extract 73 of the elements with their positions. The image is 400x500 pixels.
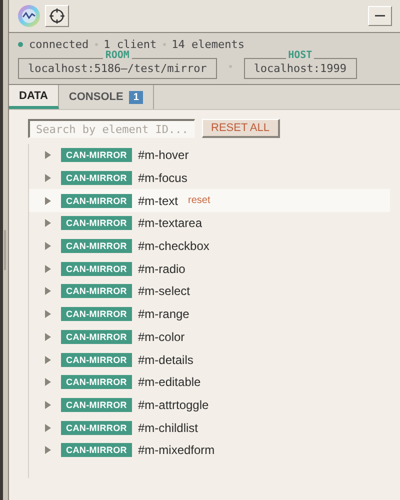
element-id: #m-textarea	[138, 216, 202, 230]
element-tag: CAN-MIRROR	[61, 330, 132, 344]
element-row[interactable]: CAN-MIRROR #m-details	[29, 348, 390, 371]
reset-link[interactable]: reset	[188, 195, 210, 206]
element-id: #m-mixedform	[138, 443, 215, 458]
resize-handle[interactable]	[4, 230, 6, 270]
element-id: #m-range	[138, 307, 190, 322]
crosshair-icon	[49, 8, 65, 24]
element-tag: CAN-MIRROR	[61, 420, 132, 435]
count-badge: 1	[129, 90, 143, 104]
element-tag: CAN-MIRROR	[61, 443, 132, 458]
element-id: #m-attrtoggle	[138, 398, 209, 412]
expand-arrow-icon[interactable]	[45, 242, 51, 250]
element-row[interactable]: CAN-MIRROR #m-focus	[29, 166, 390, 190]
element-tag: CAN-MIRROR	[61, 307, 132, 322]
expand-arrow-icon[interactable]	[45, 446, 51, 454]
expand-arrow-icon[interactable]	[45, 264, 51, 273]
element-row[interactable]: CAN-MIRROR #m-checkbox	[29, 234, 390, 258]
element-tag: CAN-MIRROR	[61, 284, 132, 298]
element-id: #m-editable	[138, 375, 201, 390]
element-id: #m-checkbox	[138, 239, 210, 254]
element-id: #m-focus	[138, 171, 188, 186]
expand-arrow-icon[interactable]	[45, 356, 51, 364]
element-row[interactable]: CAN-MIRROR #m-editable	[29, 370, 390, 394]
element-tag: CAN-MIRROR	[61, 216, 132, 230]
element-count: 14 elements	[172, 38, 244, 51]
room-address: localhost:5186—/test/mirror	[28, 62, 207, 75]
element-id: #m-hover	[138, 148, 189, 162]
element-id: #m-radio	[138, 262, 186, 276]
logo-icon	[17, 4, 41, 28]
minimize-button[interactable]	[368, 6, 392, 26]
element-tag: CAN-MIRROR	[61, 148, 132, 162]
expand-arrow-icon[interactable]	[45, 219, 51, 228]
host-address: localhost:1999	[254, 62, 347, 75]
expand-arrow-icon[interactable]	[45, 378, 51, 386]
expand-arrow-icon[interactable]	[45, 151, 51, 160]
tab[interactable]: DATA	[9, 85, 59, 109]
element-id: #m-select	[138, 284, 190, 298]
expand-arrow-icon[interactable]	[45, 332, 51, 341]
expand-arrow-icon[interactable]	[45, 400, 51, 409]
element-id: #m-color	[138, 330, 185, 344]
element-tag: CAN-MIRROR	[61, 262, 132, 276]
expand-arrow-icon[interactable]	[45, 424, 51, 432]
element-id: #m-childlist	[138, 420, 198, 435]
expand-arrow-icon[interactable]	[45, 196, 51, 205]
element-row[interactable]: CAN-MIRROR #m-childlist	[29, 416, 390, 439]
expand-arrow-icon[interactable]	[45, 174, 51, 182]
search-field[interactable]: Search by element ID...	[28, 119, 195, 138]
element-row[interactable]: CAN-MIRROR #m-color	[29, 326, 390, 348]
element-tag: CAN-MIRROR	[61, 194, 132, 208]
room-label: ROOM	[103, 50, 132, 61]
element-row[interactable]: CAN-MIRROR #m-select	[29, 280, 390, 303]
element-tag: CAN-MIRROR	[61, 398, 132, 412]
element-id: #m-text	[138, 194, 178, 208]
element-tag: CAN-MIRROR	[61, 375, 132, 390]
element-row[interactable]: CAN-MIRROR #m-radio	[29, 257, 390, 280]
host-label: HOST	[286, 50, 314, 61]
expand-arrow-icon[interactable]	[45, 310, 51, 318]
element-row[interactable]: CAN-MIRROR #m-hover	[29, 144, 390, 167]
client-count: 1 client	[104, 38, 157, 51]
connection-status: connected	[29, 38, 89, 51]
element-id: #m-details	[138, 352, 194, 367]
element-row[interactable]: CAN-MIRROR #m-textarea	[29, 212, 390, 235]
crosshair-button[interactable]	[45, 5, 69, 27]
element-tag: CAN-MIRROR	[61, 171, 132, 186]
element-row[interactable]: CAN-MIRROR #m-attrtoggle	[29, 394, 390, 416]
element-row[interactable]: CAN-MIRROR #m-text reset	[29, 189, 390, 212]
element-tag: CAN-MIRROR	[61, 352, 132, 367]
element-row[interactable]: CAN-MIRROR #m-range	[29, 302, 390, 326]
element-tag: CAN-MIRROR	[61, 239, 132, 254]
minimize-icon	[375, 15, 385, 17]
expand-arrow-icon[interactable]	[45, 287, 51, 296]
element-row[interactable]: CAN-MIRROR #m-mixedform	[29, 438, 390, 462]
